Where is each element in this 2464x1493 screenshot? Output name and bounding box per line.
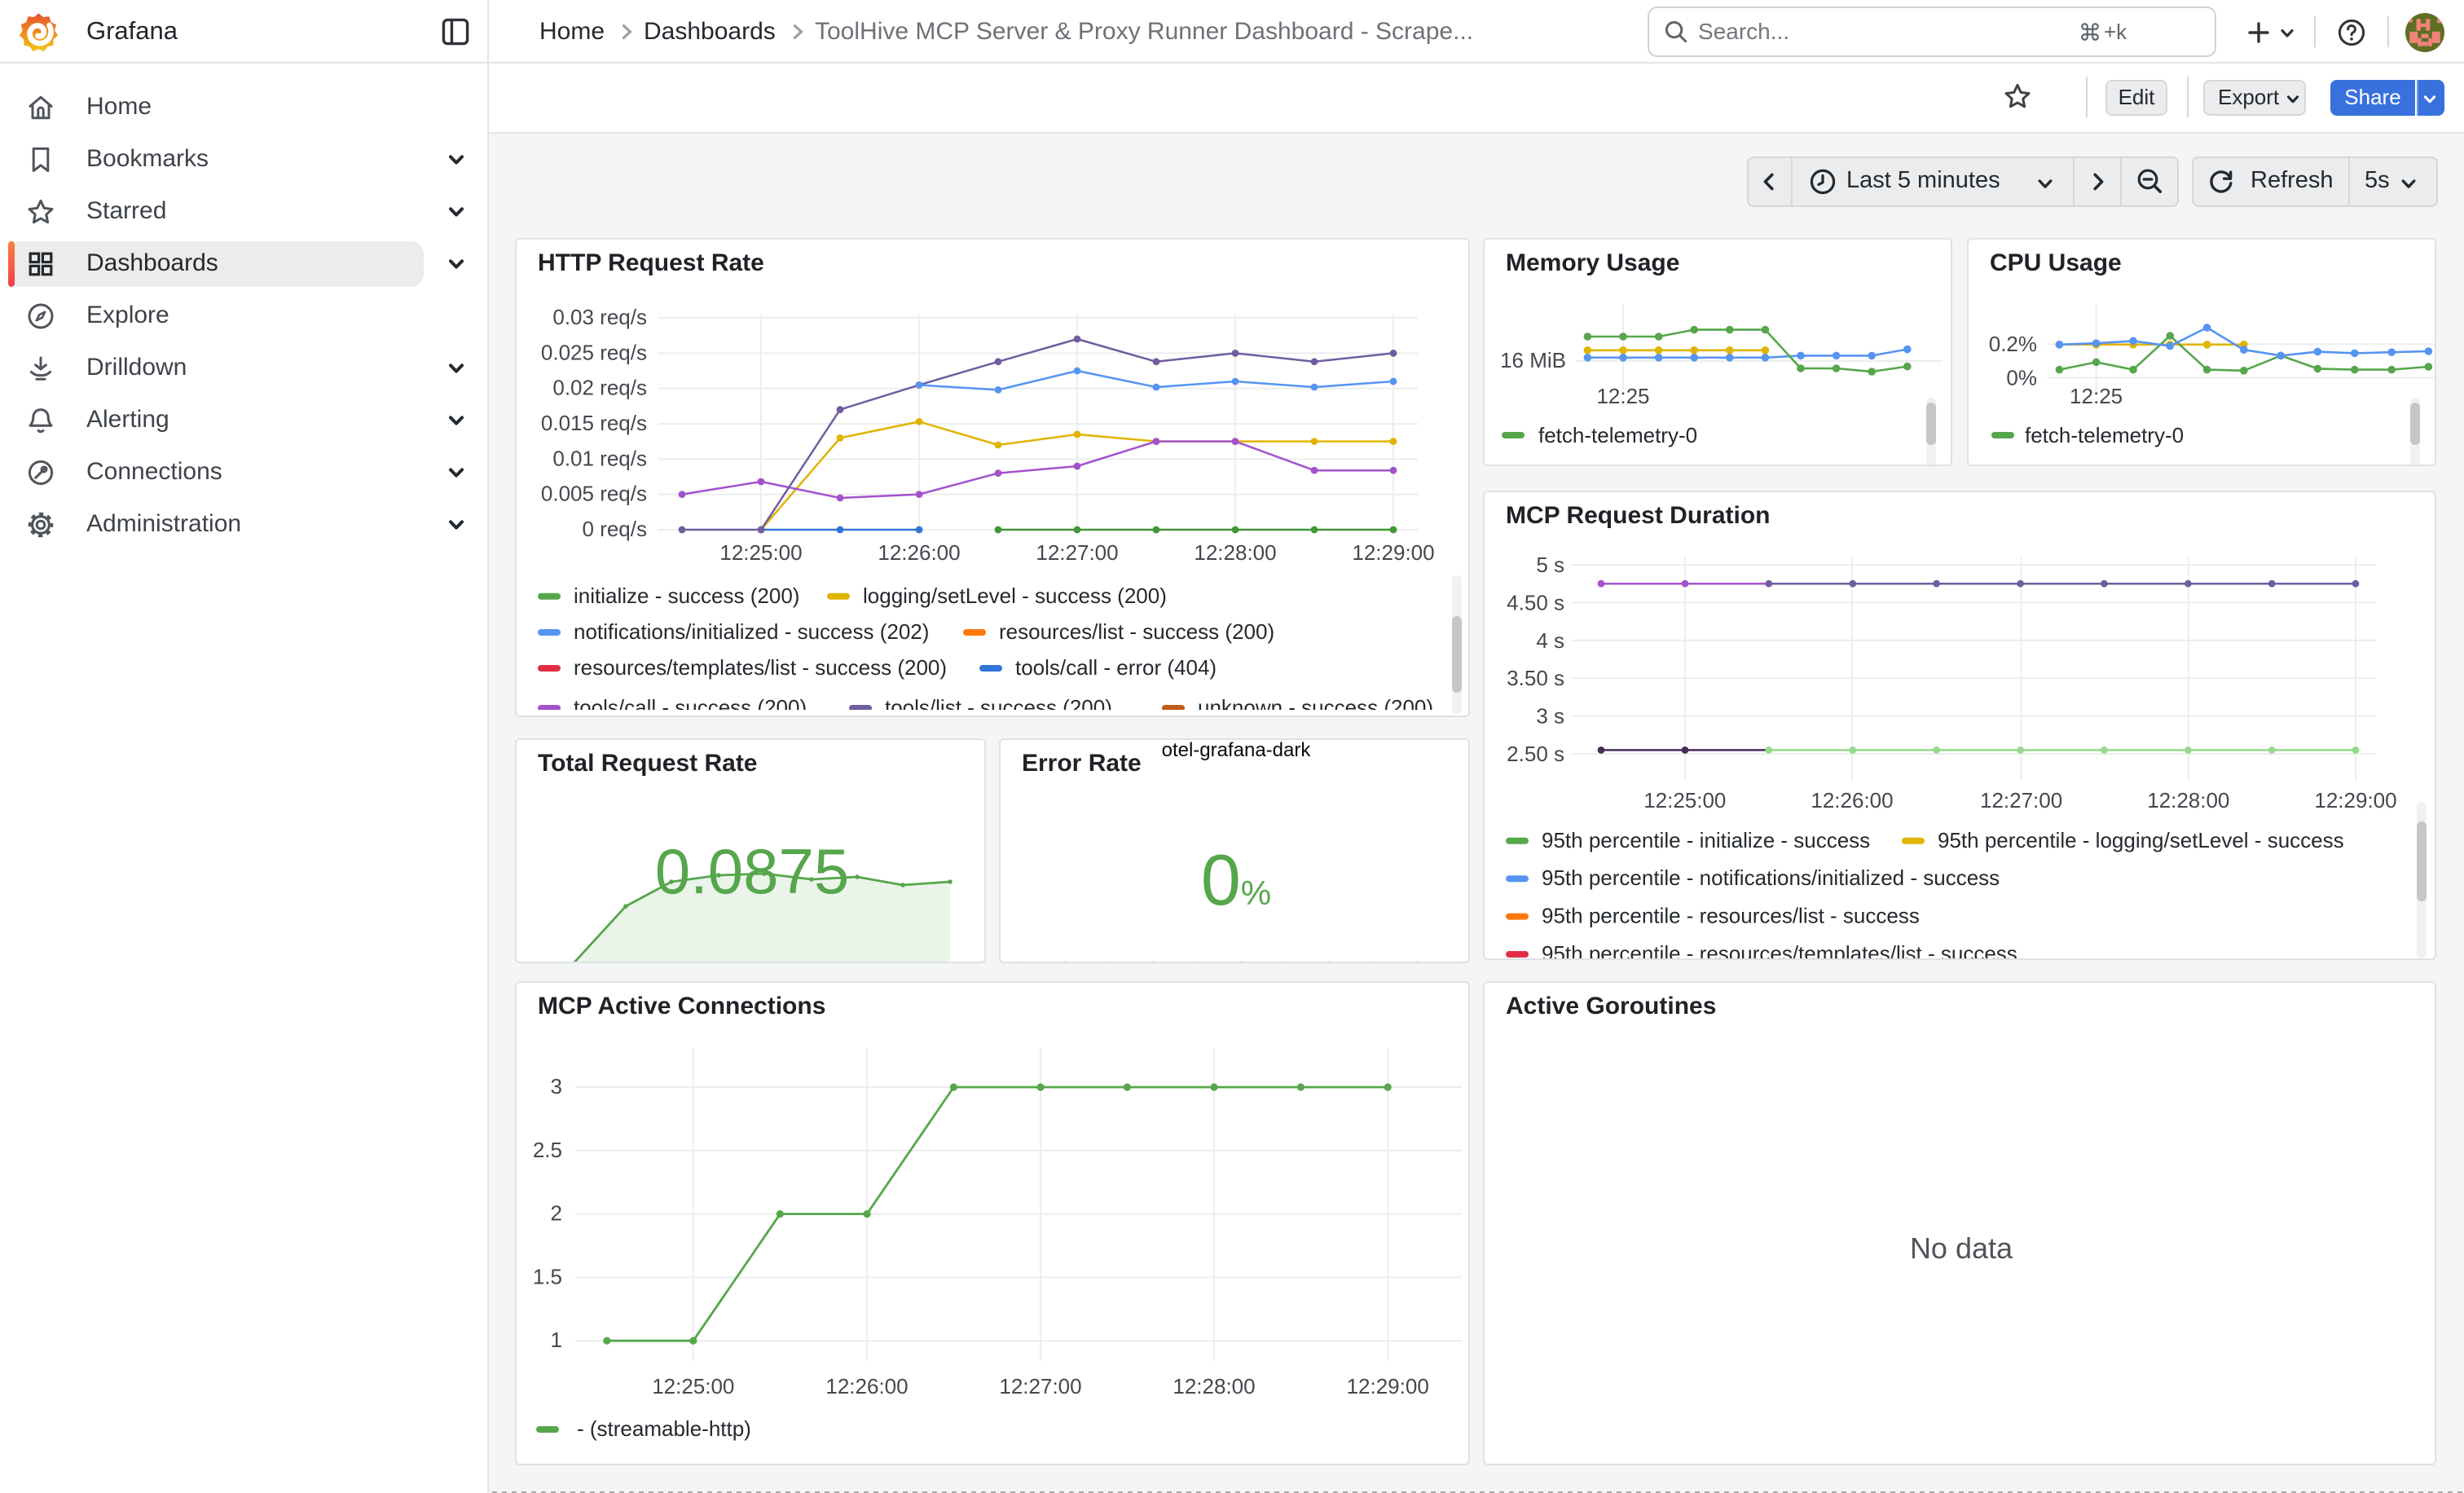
svg-text:3: 3: [551, 1074, 562, 1099]
svg-text:fetch-telemetry-0: fetch-telemetry-0: [1538, 423, 1697, 447]
svg-text:0.03 req/s: 0.03 req/s: [552, 305, 647, 329]
svg-text:4 s: 4 s: [1536, 628, 1564, 653]
svg-text:4.50 s: 4.50 s: [1507, 590, 1564, 614]
svg-text:12:27:00: 12:27:00: [1980, 788, 2062, 813]
svg-text:0.2%: 0.2%: [1989, 332, 2037, 356]
svg-text:12:27:00: 12:27:00: [1036, 540, 1118, 565]
svg-text:0.015 req/s: 0.015 req/s: [541, 411, 647, 435]
svg-text:- (streamable-http): - (streamable-http): [577, 1416, 751, 1441]
svg-text:12:28:00: 12:28:00: [2147, 788, 2229, 813]
svg-text:16 MiB: 16 MiB: [1500, 348, 1566, 372]
svg-text:0.025 req/s: 0.025 req/s: [541, 340, 647, 364]
svg-text:0.01 req/s: 0.01 req/s: [552, 446, 647, 470]
svg-text:fetch-telemetry-0: fetch-telemetry-0: [2025, 423, 2184, 447]
svg-text:12:26:00: 12:26:00: [825, 1374, 908, 1398]
svg-text:0%: 0%: [2006, 365, 2037, 390]
svg-text:12:25:00: 12:25:00: [652, 1374, 734, 1398]
svg-text:2: 2: [551, 1201, 562, 1226]
svg-text:95th percentile - resources/te: 95th percentile - resources/templates/li…: [1542, 941, 2017, 960]
svg-text:initialize - success (200): initialize - success (200): [574, 584, 799, 608]
svg-text:2.50 s: 2.50 s: [1507, 742, 1564, 766]
svg-text:12:28:00: 12:28:00: [1194, 540, 1276, 565]
svg-text:notifications/initialized - su: notifications/initialized - success (202…: [574, 619, 929, 644]
svg-text:12:26:00: 12:26:00: [1811, 788, 1893, 813]
svg-text:0 req/s: 0 req/s: [583, 517, 648, 541]
svg-text:12:26:00: 12:26:00: [878, 540, 960, 565]
svg-text:tools/call - error (404): tools/call - error (404): [1015, 655, 1217, 680]
svg-text:1: 1: [551, 1328, 562, 1352]
svg-text:resources/list - success (200): resources/list - success (200): [999, 619, 1274, 644]
svg-text:12:29:00: 12:29:00: [1352, 540, 1434, 565]
svg-text:12:29:00: 12:29:00: [2314, 788, 2396, 813]
svg-text:12:27:00: 12:27:00: [999, 1374, 1081, 1398]
svg-text:12:25:00: 12:25:00: [719, 540, 802, 565]
svg-text:0.02 req/s: 0.02 req/s: [552, 376, 647, 400]
svg-text:12:25:00: 12:25:00: [1643, 788, 1726, 813]
svg-text:12:25: 12:25: [2070, 384, 2123, 408]
svg-text:12:29:00: 12:29:00: [1347, 1374, 1429, 1398]
svg-text:95th percentile - notification: 95th percentile - notifications/initiali…: [1542, 865, 2000, 890]
svg-text:5 s: 5 s: [1536, 553, 1564, 577]
svg-text:3 s: 3 s: [1536, 704, 1564, 729]
svg-text:95th percentile - logging/setL: 95th percentile - logging/setLevel - suc…: [1938, 828, 2344, 852]
svg-text:resources/templates/list - suc: resources/templates/list - success (200): [574, 655, 947, 680]
svg-text:12:25: 12:25: [1596, 384, 1649, 408]
svg-text:95th percentile - resources/li: 95th percentile - resources/list - succe…: [1542, 904, 1920, 928]
svg-text:3.50 s: 3.50 s: [1507, 666, 1564, 690]
svg-text:logging/setLevel - success (20: logging/setLevel - success (200): [863, 584, 1167, 608]
svg-text:0.005 req/s: 0.005 req/s: [541, 482, 647, 506]
svg-text:1.5: 1.5: [533, 1264, 562, 1288]
svg-text:95th percentile - initialize -: 95th percentile - initialize - success: [1542, 828, 1870, 852]
svg-text:12:28:00: 12:28:00: [1173, 1374, 1255, 1398]
svg-text:2.5: 2.5: [533, 1138, 562, 1162]
